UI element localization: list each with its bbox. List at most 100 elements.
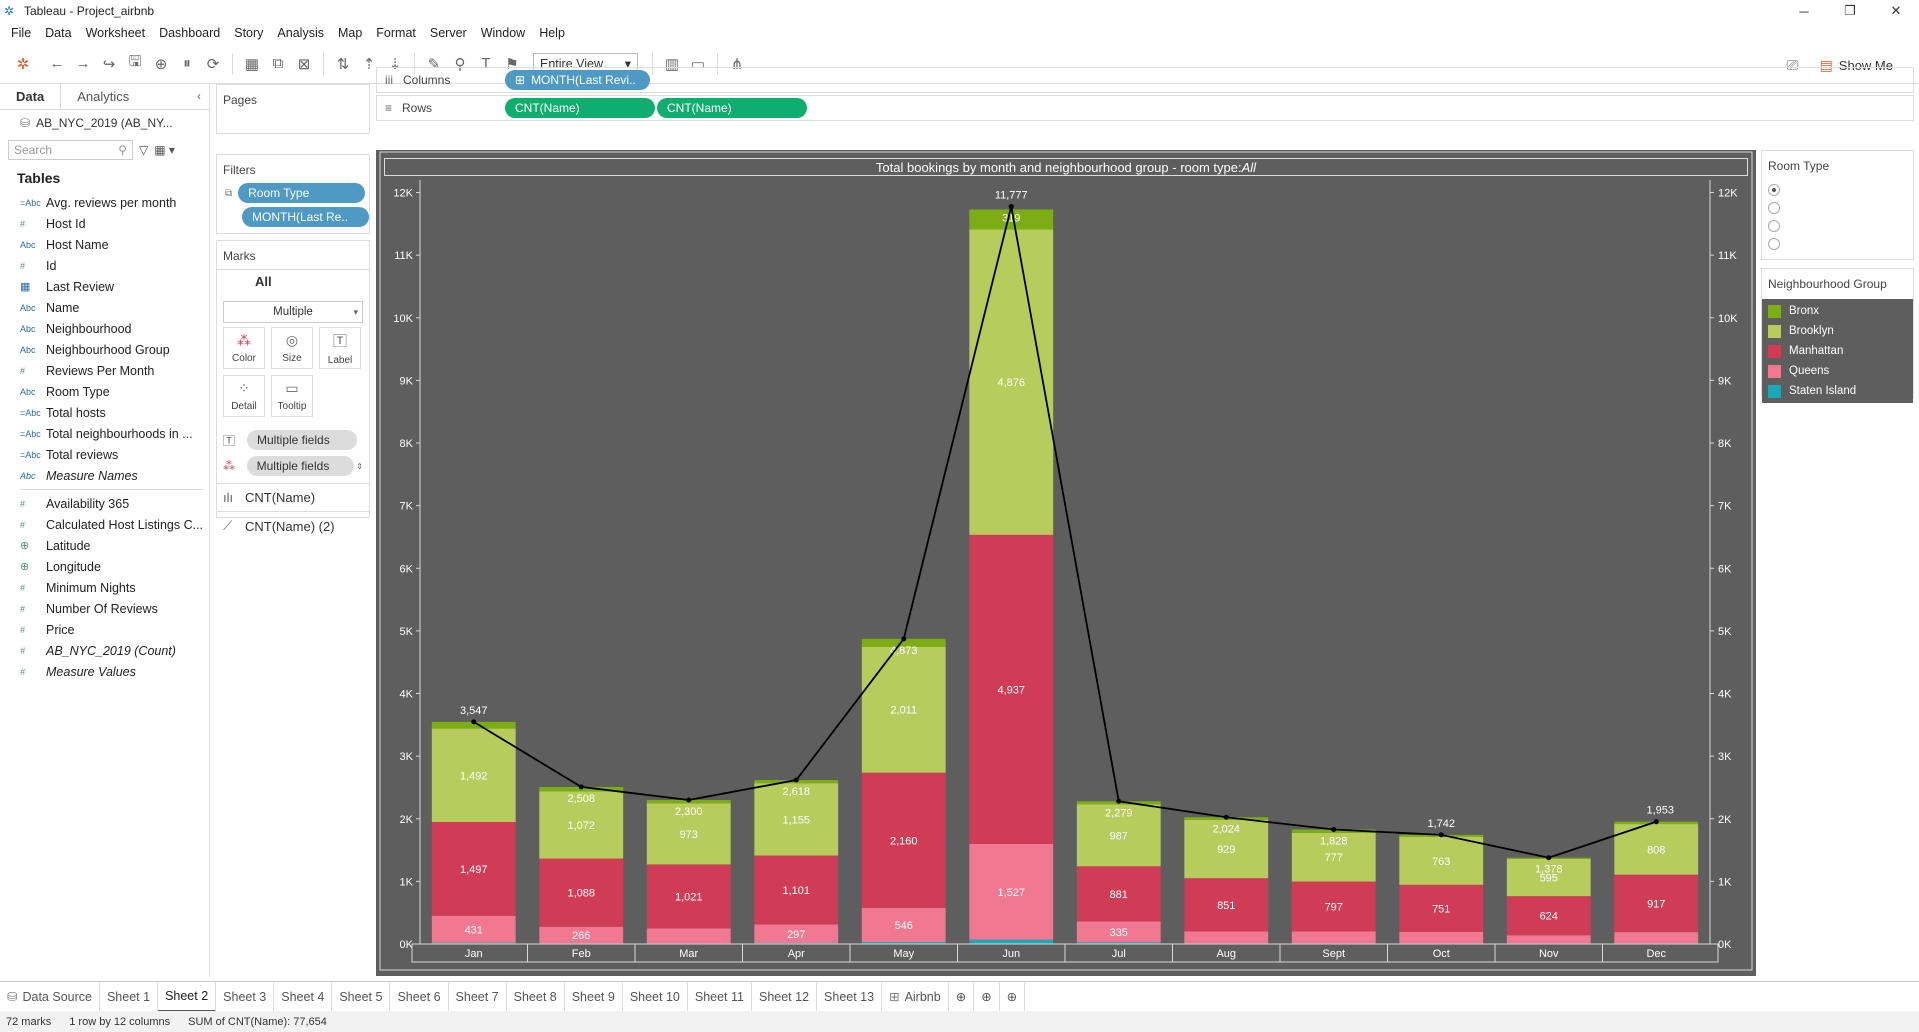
- replay-icon[interactable]: ↪: [96, 51, 122, 77]
- legend-item[interactable]: Staten Island: [1762, 381, 1913, 401]
- menu-item-analysis[interactable]: Analysis: [270, 26, 331, 40]
- field-item[interactable]: # Measure Values: [0, 661, 209, 682]
- bar-segment[interactable]: [646, 928, 731, 944]
- sheet-tab[interactable]: Sheet 7: [449, 981, 507, 1012]
- line-point[interactable]: [578, 784, 584, 790]
- datasource-item[interactable]: ⛁ AB_NYC_2019 (AB_NY...: [0, 110, 209, 136]
- bar-segment[interactable]: [1506, 935, 1591, 944]
- bar-segment[interactable]: [969, 939, 1054, 944]
- field-item[interactable]: Abc Host Name: [0, 234, 209, 255]
- new-worksheet-icon[interactable]: ▦: [239, 51, 265, 77]
- legend-item[interactable]: Queens: [1762, 361, 1913, 381]
- view-options-icon[interactable]: ▦ ▾: [154, 143, 175, 157]
- menu-item-map[interactable]: Map: [331, 26, 369, 40]
- field-item[interactable]: ⊕ Latitude: [0, 535, 209, 556]
- field-item[interactable]: =Abc Avg. reviews per month: [0, 192, 209, 213]
- field-item[interactable]: Abc Measure Names: [0, 465, 209, 486]
- marks-all-layer[interactable]: All: [217, 269, 369, 297]
- line-point[interactable]: [686, 797, 692, 803]
- clear-sheet-icon[interactable]: ⊠: [291, 51, 317, 77]
- line-point[interactable]: [901, 636, 907, 642]
- sheet-tab[interactable]: Sheet 8: [507, 981, 565, 1012]
- collapse-pane-icon[interactable]: ‹: [189, 84, 209, 109]
- field-item[interactable]: # Calculated Host Listings C...: [0, 514, 209, 535]
- field-item[interactable]: Abc Room Type: [0, 381, 209, 402]
- menu-item-file[interactable]: File: [4, 26, 38, 40]
- label-button[interactable]: 🅃 Label: [319, 327, 361, 369]
- bar-segment[interactable]: [1614, 932, 1699, 944]
- sheet-tab[interactable]: Sheet 11: [688, 981, 752, 1012]
- sheet-tab[interactable]: Sheet 6: [390, 981, 449, 1012]
- menu-item-window[interactable]: Window: [474, 26, 532, 40]
- line-point[interactable]: [1116, 798, 1122, 804]
- color-fields-pill[interactable]: Multiple fields: [246, 456, 355, 476]
- line-series[interactable]: [473, 206, 1657, 859]
- marks-layer-bar[interactable]: ılı CNT(Name): [217, 483, 369, 511]
- sheet-tab[interactable]: ⊞ Airbnb: [882, 981, 949, 1012]
- sheet-tab[interactable]: Sheet 13: [817, 981, 883, 1012]
- detail-button[interactable]: ⁘ Detail: [223, 375, 265, 417]
- field-item[interactable]: ⊕ Longitude: [0, 556, 209, 577]
- bar-line-chart[interactable]: 0K 0K1K 1K2K 2K3K 3K4K 4K5K 5K6K 6K7K 7K8K 8K9K 9K…: [376, 150, 1756, 976]
- undo-icon[interactable]: ←: [44, 51, 70, 77]
- field-item[interactable]: # AB_NYC_2019 (Count): [0, 640, 209, 661]
- save-icon[interactable]: 🖫: [122, 51, 148, 77]
- field-item[interactable]: Abc Neighbourhood Group: [0, 339, 209, 360]
- sheet-tab[interactable]: Sheet 10: [623, 981, 688, 1012]
- minimize-icon[interactable]: ─: [1781, 0, 1827, 22]
- columns-pill-month[interactable]: ⊞ MONTH(Last Revi..: [505, 70, 650, 90]
- scroll-arrows-icon[interactable]: ⇕: [356, 462, 363, 471]
- field-search-input[interactable]: Search ⚲: [8, 140, 133, 160]
- room-type-radio[interactable]: [1762, 235, 1913, 253]
- restore-icon[interactable]: ❐: [1827, 0, 1873, 22]
- room-type-radio[interactable]: [1762, 217, 1913, 235]
- field-item[interactable]: # Minimum Nights: [0, 577, 209, 598]
- tooltip-button[interactable]: ▭ Tooltip: [271, 375, 313, 417]
- bar-segment[interactable]: [1184, 931, 1269, 944]
- field-item[interactable]: # Price: [0, 619, 209, 640]
- legend-item[interactable]: Manhattan: [1762, 341, 1913, 361]
- sheet-tab[interactable]: Sheet 5: [332, 981, 391, 1012]
- sheet-tab[interactable]: Sheet 4: [274, 981, 333, 1012]
- new-story-icon[interactable]: ⊕: [1000, 981, 1026, 1012]
- menu-item-server[interactable]: Server: [423, 26, 474, 40]
- filters-shelf[interactable]: Filters ⧉ Room Type MONTH(Last Re..: [216, 154, 370, 234]
- sheet-tab[interactable]: Sheet 12: [752, 981, 818, 1012]
- sheet-tab[interactable]: Sheet 2: [158, 981, 217, 1012]
- sheet-tab[interactable]: Sheet 1: [100, 981, 159, 1012]
- menu-item-story[interactable]: Story: [227, 26, 270, 40]
- filter-pill-month[interactable]: MONTH(Last Re..: [242, 207, 369, 227]
- line-point[interactable]: [1008, 203, 1014, 209]
- room-type-radio[interactable]: [1762, 181, 1913, 199]
- field-item[interactable]: # Id: [0, 255, 209, 276]
- menu-item-worksheet[interactable]: Worksheet: [79, 26, 153, 40]
- tab-data-source[interactable]: ⛁ Data Source: [0, 981, 100, 1012]
- field-item[interactable]: Abc Neighbourhood: [0, 318, 209, 339]
- refresh-icon[interactable]: ⟳: [200, 51, 226, 77]
- menu-item-format[interactable]: Format: [369, 26, 423, 40]
- new-dashboard-icon[interactable]: ⊕: [974, 981, 1000, 1012]
- rows-shelf[interactable]: ≡ Rows CNT(Name) CNT(Name): [376, 95, 1914, 121]
- line-point[interactable]: [1331, 827, 1337, 833]
- legend-item[interactable]: Brooklyn: [1762, 321, 1913, 341]
- swap-rows-columns-icon[interactable]: ⇅: [330, 51, 356, 77]
- new-worksheet-icon[interactable]: ⊕: [949, 981, 975, 1012]
- field-item[interactable]: # Number Of Reviews: [0, 598, 209, 619]
- legend-item[interactable]: Bronx: [1762, 301, 1913, 321]
- label-fields-pill[interactable]: Multiple fields: [247, 430, 357, 450]
- field-item[interactable]: =Abc Total reviews: [0, 444, 209, 465]
- tab-data[interactable]: Data: [0, 84, 60, 109]
- menu-item-help[interactable]: Help: [532, 26, 572, 40]
- close-icon[interactable]: ✕: [1873, 0, 1919, 22]
- filter-pill-room-type[interactable]: Room Type: [238, 183, 365, 203]
- field-item[interactable]: # Availability 365: [0, 493, 209, 514]
- duplicate-sheet-icon[interactable]: ⧉: [265, 51, 291, 77]
- bar-segment[interactable]: [1399, 931, 1484, 944]
- mark-type-dropdown[interactable]: Multiple ▾: [223, 301, 363, 323]
- line-point[interactable]: [1546, 855, 1552, 861]
- field-item[interactable]: # Host Id: [0, 213, 209, 234]
- sheet-tab[interactable]: Sheet 3: [216, 981, 275, 1012]
- columns-shelf[interactable]: iii Columns ⊞ MONTH(Last Revi..: [376, 67, 1914, 93]
- line-point[interactable]: [793, 777, 799, 783]
- sheet-tab[interactable]: Sheet 9: [565, 981, 623, 1012]
